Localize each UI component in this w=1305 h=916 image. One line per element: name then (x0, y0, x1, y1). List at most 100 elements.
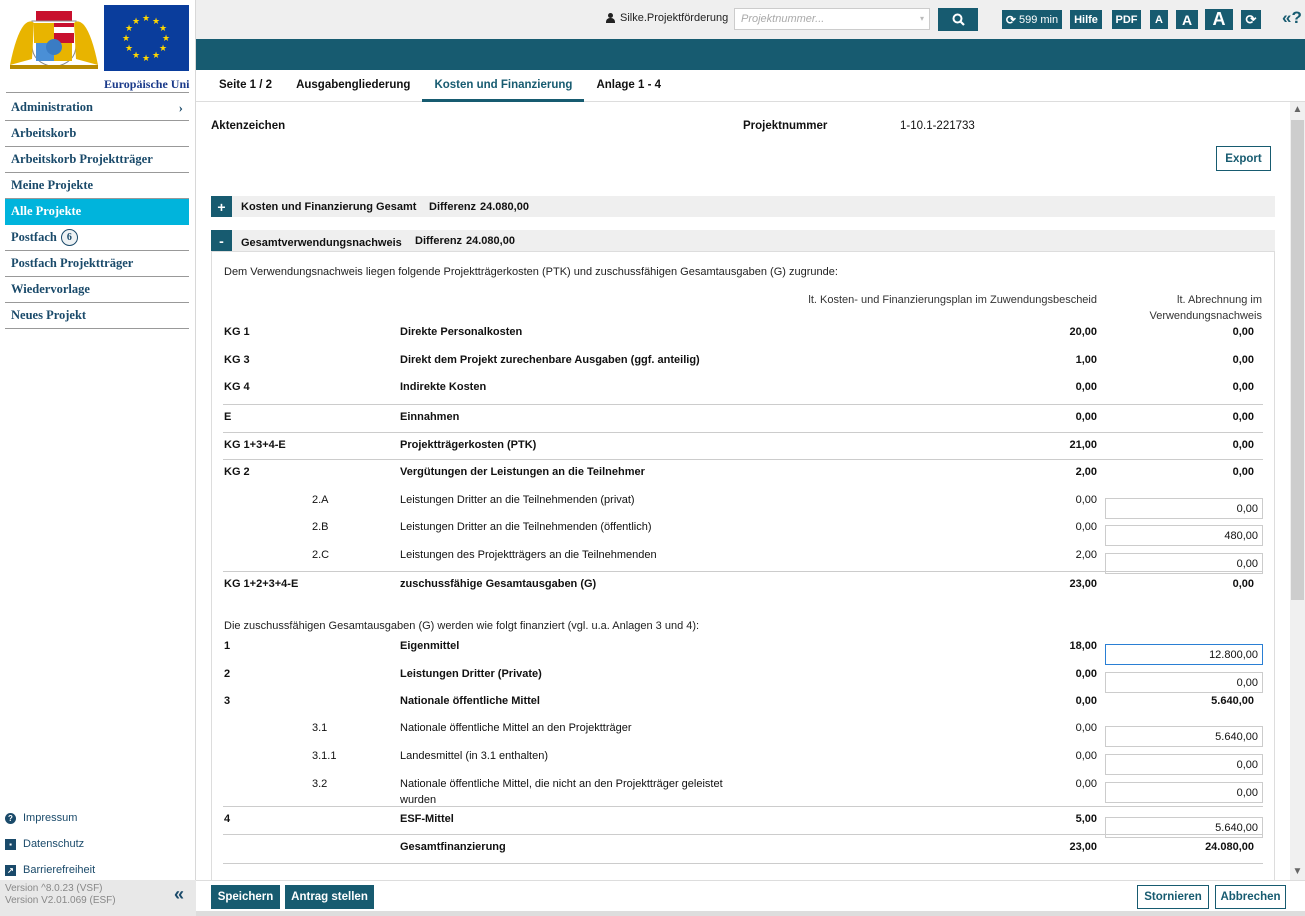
table-row: KG 1+2+3+4-E zuschussfähige Gesamtausgabe… (223, 571, 1263, 597)
scrollbar-thumb[interactable] (1291, 120, 1304, 600)
scroll-down-icon[interactable]: ▼ (1290, 864, 1305, 880)
row-label: Nationale öffentliche Mittel (400, 695, 540, 707)
eu-logo-caption: Europäische Union (104, 77, 190, 91)
datenschutz-label: Datenschutz (23, 838, 85, 850)
row-code: KG 4 (224, 381, 250, 393)
difference-label: Differenz (429, 200, 477, 213)
table-row: 1 Eigenmittel 18,00 (223, 634, 1263, 665)
impressum-label: Impressum (23, 812, 78, 824)
sidebar-item-alle-projekte[interactable]: Alle Projekte (5, 199, 189, 225)
row-plan-value: 23,00 (1069, 841, 1097, 853)
row-actual-value: 0,00 (1232, 439, 1254, 451)
refresh-icon: ⟳ (1005, 12, 1016, 27)
tab-seite-1-2[interactable]: Seite 1 / 2 (207, 70, 284, 102)
panel-kosten-gesamt-header[interactable]: + Kosten und Finanzierung Gesamt Differe… (211, 196, 1275, 217)
submit-application-button[interactable]: Antrag stellen (285, 885, 374, 909)
datenschutz-link[interactable]: ▪ Datenschutz (5, 831, 95, 857)
sidebar-item-meine-projekte[interactable]: Meine Projekte (5, 173, 189, 199)
table-row: KG 3 Direkt dem Projekt zurechenbare Ausg… (223, 348, 1263, 374)
session-timer-button[interactable]: ⟳ 599 min (1002, 10, 1062, 29)
svg-text:★: ★ (132, 50, 140, 60)
table-row: KG 1 Direkte Personalkosten 20,00 0,00 (223, 320, 1263, 346)
vertical-scrollbar[interactable]: ▲ ▼ (1290, 102, 1305, 880)
abort-button[interactable]: Abbrechen (1215, 885, 1286, 909)
row-label: Nationale öffentliche Mittel an den Proj… (400, 722, 632, 734)
question-circle-icon: ? (5, 812, 16, 824)
sidebar-item-wiedervorlage[interactable]: Wiedervorlage (5, 277, 189, 303)
tab-kosten-und-finanzierung[interactable]: Kosten und Finanzierung (422, 70, 585, 102)
row-label: Direkte Personalkosten (400, 326, 523, 338)
panel-gesamtverwendungsnachweis-header[interactable]: - Gesamtverwendungsnachweis Differenz 24… (211, 230, 1275, 251)
difference-label: Differenz (415, 234, 463, 247)
row-code: E (224, 411, 232, 423)
column-header-plan: lt. Kosten- und Finanzierungsplan im Zuw… (808, 294, 1097, 306)
help-toggle-icon[interactable]: «? (1282, 8, 1302, 28)
reload-button[interactable]: ⟳ (1241, 10, 1261, 29)
row-plan-value: 0,00 (1075, 381, 1097, 393)
help-button[interactable]: Hilfe (1070, 10, 1102, 29)
current-user: Silke.Projektförderung (606, 12, 728, 24)
search-button[interactable] (938, 8, 978, 31)
sidebar-item-label: Arbeitskorb Projektträger (11, 152, 153, 166)
table-row: KG 1+3+4-E Projektträgerkosten (PTK) 21,00… (223, 432, 1263, 458)
pdf-button[interactable]: PDF (1112, 10, 1141, 29)
svg-text:★: ★ (142, 13, 150, 23)
row-label: Leistungen des Projektträgers an die Tei… (400, 549, 657, 561)
user-name: Silke.Projektförderung (620, 12, 729, 24)
svg-text:★: ★ (159, 23, 167, 33)
actual-value-input[interactable] (1105, 782, 1263, 803)
font-size-small-button[interactable]: A (1150, 10, 1168, 29)
export-button[interactable]: Export (1216, 146, 1271, 171)
row-subcode: 2.B (312, 521, 329, 533)
collapse-sidebar-icon[interactable]: « (174, 885, 184, 903)
row-actual-value: 0,00 (1232, 381, 1254, 393)
panel-title: Gesamtverwendungsnachweis (241, 236, 402, 249)
table-row: KG 4 Indirekte Kosten 0,00 0,00 (223, 375, 1263, 401)
sidebar-item-postfach[interactable]: Postfach 6 (5, 225, 189, 251)
user-icon (606, 13, 615, 23)
tab-ausgabengliederung[interactable]: Ausgabengliederung (284, 70, 422, 102)
row-label: zuschussfähige Gesamtausgaben (G) (400, 578, 597, 590)
row-label: Leistungen Dritter (Private) (400, 668, 542, 680)
font-size-large-button[interactable]: A (1205, 9, 1233, 30)
row-plan-value: 0,00 (1075, 750, 1097, 762)
bavaria-coat-of-arms-logo (6, 5, 102, 71)
row-subcode: 2.A (312, 494, 329, 506)
sidebar-item-administration[interactable]: Administration › (5, 95, 189, 121)
row-plan-value: 0,00 (1075, 494, 1097, 506)
save-button[interactable]: Speichern (211, 885, 280, 909)
aktenzeichen-label: Aktenzeichen (211, 120, 286, 132)
table-row: 3.1 Nationale öffentliche Mittel an den P… (223, 716, 1263, 747)
impressum-link[interactable]: ? Impressum (5, 805, 95, 831)
tab-anlage-1-4[interactable]: Anlage 1 - 4 (584, 70, 673, 102)
table-row: 2 Leistungen Dritter (Private) 0,00 (223, 662, 1263, 693)
row-actual-value: 0,00 (1232, 326, 1254, 338)
font-size-medium-button[interactable]: A (1176, 10, 1198, 29)
scroll-up-icon[interactable]: ▲ (1290, 102, 1305, 118)
search-icon (952, 13, 965, 26)
table-row: E Einnahmen 0,00 0,00 (223, 404, 1263, 430)
row-label: Landesmittel (in 3.1 enthalten) (400, 750, 548, 762)
row-label: Leistungen Dritter an die Teilnehmenden … (400, 521, 652, 533)
sidebar-item-arbeitskorb[interactable]: Arbeitskorb (5, 121, 189, 147)
collapse-icon[interactable]: - (211, 230, 232, 251)
cancel-request-button[interactable]: Stornieren (1137, 885, 1209, 909)
row-plan-value: 0,00 (1075, 695, 1097, 707)
sidebar-item-neues-projekt[interactable]: Neues Projekt (5, 303, 189, 329)
sidebar-item-arbeitskorb-projekttraeger[interactable]: Arbeitskorb Projektträger (5, 147, 189, 173)
row-plan-value: 0,00 (1075, 521, 1097, 533)
row-actual-value: 0,00 (1232, 354, 1254, 366)
row-plan-value: 2,00 (1075, 549, 1097, 561)
top-bar: Silke.Projektförderung Projektnummer... … (196, 0, 1305, 39)
row-plan-value: 21,00 (1069, 439, 1097, 451)
row-plan-value: 0,00 (1075, 668, 1097, 680)
row-plan-value: 20,00 (1069, 326, 1097, 338)
expand-icon[interactable]: + (211, 196, 232, 217)
cost-intro-text: Dem Verwendungsnachweis liegen folgende … (224, 266, 838, 278)
sidebar-item-label: Alle Projekte (11, 204, 82, 218)
sidebar-item-postfach-projekttraeger[interactable]: Postfach Projektträger (5, 251, 189, 277)
row-plan-value: 0,00 (1075, 722, 1097, 734)
sidebar-item-label: Wiedervorlage (11, 282, 90, 296)
session-timer-label: 599 min (1018, 13, 1059, 26)
project-number-search-input[interactable]: Projektnummer... (734, 8, 930, 30)
